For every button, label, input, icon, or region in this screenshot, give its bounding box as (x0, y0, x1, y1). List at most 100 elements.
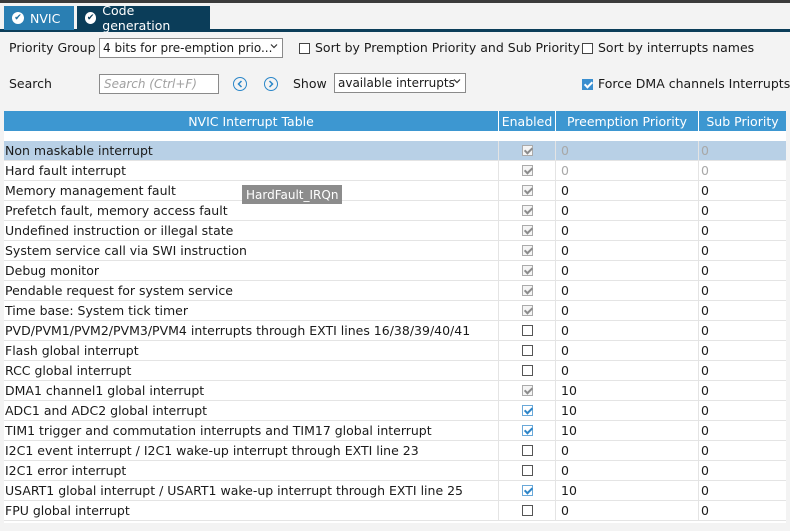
sub-priority[interactable]: 0 (699, 141, 786, 160)
table-row[interactable]: Non maskable interrupt 0 0 (4, 141, 786, 161)
enabled-checkbox[interactable] (521, 145, 533, 156)
sub-priority[interactable]: 0 (699, 281, 786, 300)
table-row[interactable]: PVD/PVM1/PVM2/PVM3/PVM4 interrupts throu… (4, 321, 786, 341)
column-header-enabled[interactable]: Enabled (499, 111, 556, 131)
sub-priority[interactable]: 0 (699, 441, 786, 460)
sort-premption-checkbox[interactable] (299, 43, 310, 54)
sub-priority[interactable]: 0 (699, 201, 786, 220)
table-row[interactable]: Hard fault interrupt 0 0 (4, 161, 786, 181)
table-row[interactable]: Undefined instruction or illegal state 0 0 (4, 221, 786, 241)
tab-code-generation[interactable]: ✔ Code generation (77, 3, 210, 33)
force-dma-checkbox[interactable] (582, 79, 593, 90)
table-row[interactable]: TIM1 trigger and commutation interrupts … (4, 421, 786, 441)
enabled-checkbox[interactable] (521, 165, 533, 176)
preemption-priority[interactable]: 0 (556, 161, 699, 180)
sub-priority[interactable]: 0 (699, 321, 786, 340)
enabled-checkbox[interactable] (521, 445, 533, 456)
table-row[interactable]: RCC global interrupt 0 0 (4, 361, 786, 381)
preemption-priority[interactable]: 0 (556, 221, 699, 240)
column-header-name[interactable]: NVIC Interrupt Table (4, 111, 499, 131)
table-row[interactable]: Pendable request for system service 0 0 (4, 281, 786, 301)
table-row[interactable]: ADC1 and ADC2 global interrupt 10 0 (4, 401, 786, 421)
enabled-cell (499, 221, 556, 240)
sub-priority[interactable]: 0 (699, 481, 786, 500)
sub-priority[interactable]: 0 (699, 341, 786, 360)
preemption-priority[interactable]: 0 (556, 201, 699, 220)
enabled-checkbox[interactable] (521, 205, 533, 216)
enabled-checkbox[interactable] (521, 185, 533, 196)
column-header-sub-priority[interactable]: Sub Priority (699, 111, 786, 131)
table-row[interactable]: USART1 global interrupt / USART1 wake-up… (4, 481, 786, 501)
preemption-priority[interactable]: 0 (556, 501, 699, 520)
enabled-checkbox[interactable] (521, 485, 533, 496)
table-header: NVIC Interrupt Table Enabled Preemption … (4, 111, 786, 131)
sub-priority[interactable]: 0 (699, 421, 786, 440)
preemption-priority[interactable]: 10 (556, 401, 699, 420)
preemption-priority[interactable]: 0 (556, 281, 699, 300)
interrupt-name: ADC1 and ADC2 global interrupt (4, 401, 499, 420)
enabled-checkbox[interactable] (521, 425, 533, 436)
enabled-cell (499, 261, 556, 280)
sub-priority[interactable]: 0 (699, 161, 786, 180)
preemption-priority[interactable]: 10 (556, 421, 699, 440)
preemption-priority[interactable]: 10 (556, 481, 699, 500)
sub-priority[interactable]: 0 (699, 221, 786, 240)
table-row[interactable]: I2C1 event interrupt / I2C1 wake-up inte… (4, 441, 786, 461)
preemption-priority[interactable]: 0 (556, 341, 699, 360)
sub-priority[interactable]: 0 (699, 181, 786, 200)
interrupt-name: PVD/PVM1/PVM2/PVM3/PVM4 interrupts throu… (4, 321, 499, 340)
preemption-priority[interactable]: 0 (556, 261, 699, 280)
preemption-priority[interactable]: 0 (556, 361, 699, 380)
sub-priority[interactable]: 0 (699, 261, 786, 280)
interrupt-name: I2C1 event interrupt / I2C1 wake-up inte… (4, 441, 499, 460)
sub-priority[interactable]: 0 (699, 461, 786, 480)
table-row[interactable]: Flash global interrupt 0 0 (4, 341, 786, 361)
preemption-priority[interactable]: 0 (556, 441, 699, 460)
enabled-checkbox[interactable] (521, 405, 533, 416)
table-row[interactable]: DMA1 channel1 global interrupt 10 0 (4, 381, 786, 401)
tooltip: HardFault_IRQn (242, 185, 343, 204)
sort-names-checkbox[interactable] (582, 43, 593, 54)
sub-priority[interactable]: 0 (699, 241, 786, 260)
sub-priority[interactable]: 0 (699, 381, 786, 400)
preemption-priority[interactable]: 10 (556, 381, 699, 400)
search-next-button[interactable] (264, 77, 278, 91)
preemption-priority[interactable]: 0 (556, 301, 699, 320)
table-row[interactable]: Memory management fault 0 0 (4, 181, 786, 201)
enabled-checkbox[interactable] (521, 325, 533, 336)
enabled-checkbox[interactable] (521, 465, 533, 476)
enabled-checkbox[interactable] (521, 245, 533, 256)
enabled-checkbox[interactable] (521, 305, 533, 316)
table-row[interactable]: Debug monitor 0 0 (4, 261, 786, 281)
priority-group-select[interactable]: 4 bits for pre-emption prio... (99, 38, 283, 58)
enabled-checkbox[interactable] (521, 365, 533, 376)
preemption-priority[interactable]: 0 (556, 241, 699, 260)
preemption-priority[interactable]: 0 (556, 141, 699, 160)
enabled-checkbox[interactable] (521, 385, 533, 396)
tab-nvic[interactable]: ✔ NVIC (4, 6, 74, 30)
sub-priority[interactable]: 0 (699, 401, 786, 420)
table-row[interactable]: FPU global interrupt 0 0 (4, 501, 786, 521)
enabled-checkbox[interactable] (521, 225, 533, 236)
preemption-priority[interactable]: 0 (556, 321, 699, 340)
enabled-checkbox[interactable] (521, 505, 533, 516)
column-header-preemption[interactable]: Preemption Priority (556, 111, 699, 131)
table-row[interactable]: I2C1 error interrupt 0 0 (4, 461, 786, 481)
interrupt-name: Time base: System tick timer (4, 301, 499, 320)
preemption-priority[interactable]: 0 (556, 181, 699, 200)
check-circle-icon: ✔ (12, 12, 24, 24)
table-row[interactable]: Prefetch fault, memory access fault 0 0 (4, 201, 786, 221)
search-previous-button[interactable] (233, 77, 247, 91)
sub-priority[interactable]: 0 (699, 361, 786, 380)
enabled-checkbox[interactable] (521, 265, 533, 276)
enabled-checkbox[interactable] (521, 285, 533, 296)
table-row[interactable]: System service call via SWI instruction 0… (4, 241, 786, 261)
sub-priority[interactable]: 0 (699, 501, 786, 520)
table-row[interactable]: Time base: System tick timer 0 0 (4, 301, 786, 321)
sub-priority[interactable]: 0 (699, 301, 786, 320)
interrupt-name: USART1 global interrupt / USART1 wake-up… (4, 481, 499, 500)
preemption-priority[interactable]: 0 (556, 461, 699, 480)
enabled-checkbox[interactable] (521, 345, 533, 356)
search-input[interactable] (99, 74, 219, 94)
show-select[interactable]: available interrupts (334, 73, 466, 93)
